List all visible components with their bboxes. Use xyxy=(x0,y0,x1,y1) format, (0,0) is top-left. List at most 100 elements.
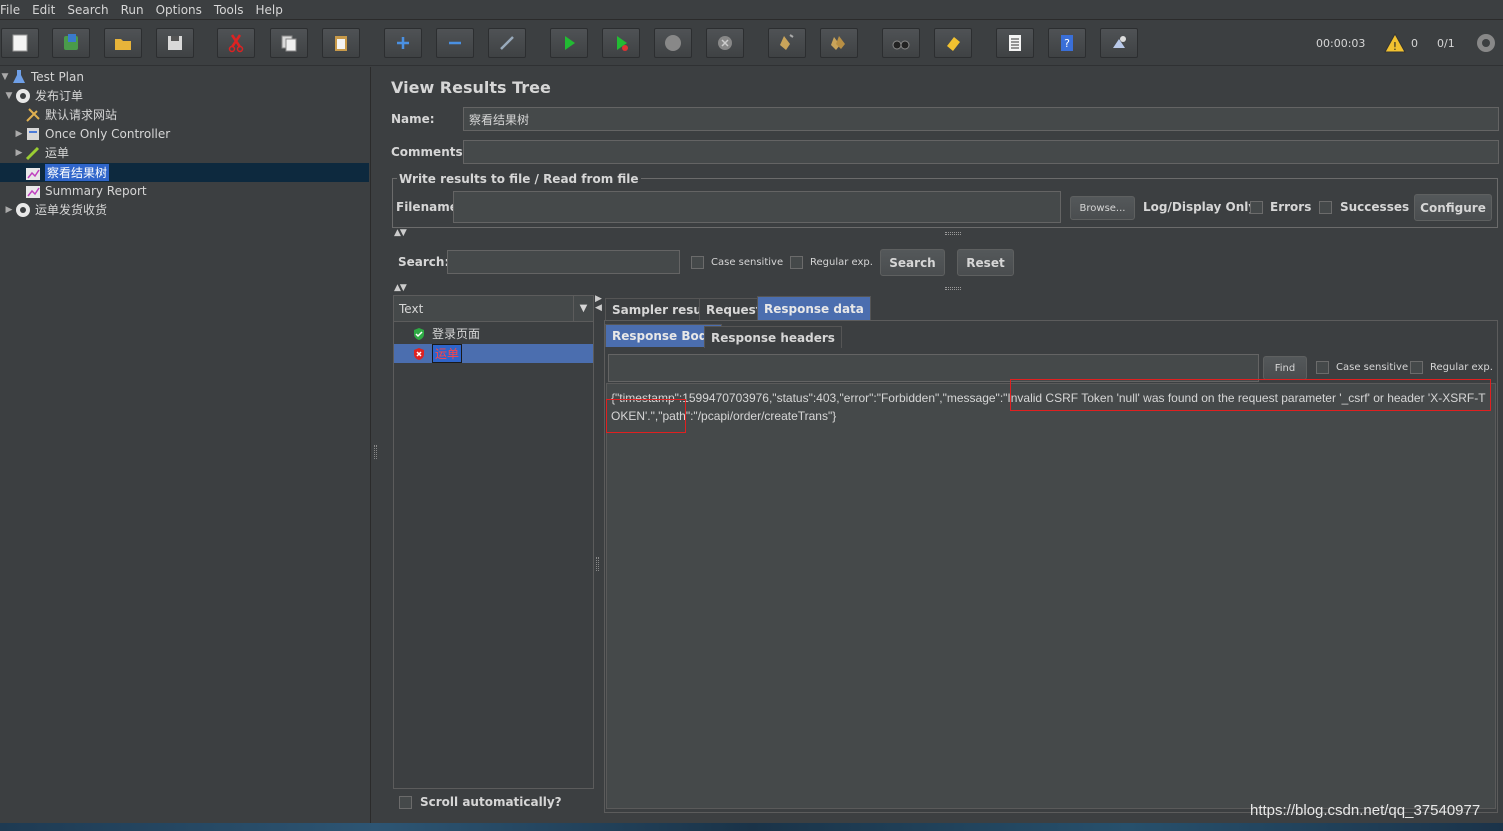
expand-arrow-icon[interactable]: ▶ xyxy=(14,129,24,139)
find-case-sensitive-label: Case sensitive xyxy=(1336,362,1409,373)
tree-item-sampler[interactable]: ▶ 运单 xyxy=(14,143,69,162)
clear-all-button[interactable] xyxy=(820,28,858,58)
expand-arrow-icon[interactable]: ▶ xyxy=(14,148,24,158)
renderer-select[interactable]: Text ▼ xyxy=(394,295,593,322)
clear-button[interactable] xyxy=(768,28,806,58)
splitter-arrows-icon[interactable]: ▶ ◀ xyxy=(595,295,602,313)
case-sensitive-checkbox[interactable] xyxy=(691,256,704,269)
pipette-icon xyxy=(24,145,42,161)
tree-item-http-defaults[interactable]: 默认请求网站 xyxy=(14,105,117,124)
scroll-auto-checkbox[interactable] xyxy=(399,796,412,809)
menu-options[interactable]: Options xyxy=(150,1,208,19)
broom-all-icon xyxy=(831,36,845,50)
tree-item-once-only-controller[interactable]: ▶ Once Only Controller xyxy=(14,124,171,143)
gear-icon xyxy=(14,202,32,218)
search-button[interactable] xyxy=(882,28,920,58)
configure-button[interactable]: Configure xyxy=(1414,194,1492,221)
subtab-response-headers[interactable]: Response headers xyxy=(704,326,842,348)
page-title: View Results Tree xyxy=(391,78,551,97)
sample-row-error[interactable]: 运单 xyxy=(394,344,593,363)
toggle-button[interactable] xyxy=(488,28,526,58)
regex-checkbox[interactable] xyxy=(790,256,803,269)
warning-count: 0 xyxy=(1411,37,1418,50)
comments-label: Comments: xyxy=(391,145,468,159)
search-submit-button[interactable]: Search xyxy=(880,249,945,276)
eraser-icon xyxy=(947,37,960,51)
menu-tools[interactable]: Tools xyxy=(208,1,250,19)
collapse-button[interactable] xyxy=(436,28,474,58)
new-button[interactable] xyxy=(1,28,39,58)
plus-icon xyxy=(397,37,409,49)
menu-edit[interactable]: Edit xyxy=(26,1,61,19)
flask-icon xyxy=(10,69,28,85)
splitter-grip xyxy=(596,557,599,571)
success-shield-icon xyxy=(414,327,424,340)
menu-help[interactable]: Help xyxy=(249,1,288,19)
name-input[interactable] xyxy=(463,107,1499,131)
expand-arrow-icon[interactable]: ▶ xyxy=(4,205,14,215)
sample-row-success[interactable]: 登录页面 xyxy=(394,324,593,343)
find-regex-label: Regular exp. xyxy=(1430,362,1493,373)
warning-icon[interactable]: ! xyxy=(1384,33,1406,53)
expand-button[interactable] xyxy=(384,28,422,58)
find-regex-checkbox[interactable] xyxy=(1410,361,1423,374)
tree-item-summary-report[interactable]: Summary Report xyxy=(24,181,147,200)
stop-button[interactable] xyxy=(654,28,692,58)
errors-checkbox[interactable] xyxy=(1250,201,1263,214)
menu-file[interactable]: File xyxy=(0,1,26,19)
help-icon: ? xyxy=(1061,35,1073,51)
sample-result-list: Text ▼ 登录页面 运单 xyxy=(393,295,594,789)
templates-button[interactable] xyxy=(52,28,90,58)
search-input[interactable] xyxy=(447,250,680,274)
cut-button[interactable] xyxy=(217,28,255,58)
tree-item-view-results-tree[interactable]: 察看结果树 xyxy=(24,163,110,182)
filename-input[interactable] xyxy=(453,191,1061,223)
start-no-pause-button[interactable] xyxy=(602,28,640,58)
help-button[interactable]: ? xyxy=(1048,28,1086,58)
find-button[interactable]: Find xyxy=(1263,356,1307,380)
browse-button[interactable]: Browse... xyxy=(1070,196,1135,220)
collapse-arrows-icon[interactable]: ▲▼ xyxy=(394,228,407,238)
tree-item-test-plan[interactable]: ▼ Test Plan xyxy=(0,67,84,86)
chevron-down-icon[interactable]: ▼ xyxy=(573,295,593,322)
play-icon xyxy=(565,36,575,50)
copy-button[interactable] xyxy=(270,28,308,58)
menu-run[interactable]: Run xyxy=(115,1,150,19)
collapse-arrow-icon[interactable]: ▼ xyxy=(4,91,14,101)
stop-icon xyxy=(665,35,681,51)
toolbar: ? 00:00:03 ! 0 0/1 xyxy=(0,20,1503,66)
tree-item-thread-group[interactable]: ▼ 发布订单 xyxy=(4,86,83,105)
reset-button[interactable]: Reset xyxy=(957,249,1014,276)
remote-button[interactable] xyxy=(1100,28,1138,58)
clipboard-icon xyxy=(335,36,347,51)
successes-checkbox[interactable] xyxy=(1319,201,1332,214)
active-threads: 0/1 xyxy=(1437,37,1455,50)
results-splitter[interactable]: ▶ ◀ xyxy=(594,295,604,789)
tree-item-thread-group-2[interactable]: ▶ 运单发货收货 xyxy=(4,200,107,219)
open-button[interactable] xyxy=(104,28,142,58)
tab-response-data[interactable]: Response data xyxy=(757,296,871,320)
collapse-arrows-icon[interactable]: ▲▼ xyxy=(394,283,407,293)
broom-icon xyxy=(780,34,794,50)
divider-grip[interactable] xyxy=(945,232,961,235)
start-button[interactable] xyxy=(550,28,588,58)
paste-button[interactable] xyxy=(322,28,360,58)
shutdown-button[interactable] xyxy=(706,28,744,58)
save-button[interactable] xyxy=(156,28,194,58)
menu-search[interactable]: Search xyxy=(61,1,114,19)
highlight-box-message xyxy=(1010,379,1491,411)
find-input[interactable] xyxy=(608,354,1259,382)
function-helper-button[interactable] xyxy=(996,28,1034,58)
divider-grip[interactable] xyxy=(945,287,961,290)
play-no-timer-icon xyxy=(617,36,628,51)
collapse-arrow-icon[interactable]: ▼ xyxy=(0,72,10,82)
wand-icon xyxy=(500,36,514,50)
reset-search-button[interactable] xyxy=(934,28,972,58)
desktop-strip xyxy=(0,823,1503,831)
test-plan-tree: ▼ Test Plan ▼ 发布订单 默认请求网站 ▶ Once Only Co… xyxy=(0,67,371,823)
comments-input[interactable] xyxy=(463,140,1499,164)
find-case-sensitive-checkbox[interactable] xyxy=(1316,361,1329,374)
file-group-title: Write results to file / Read from file xyxy=(397,172,641,186)
main-splitter[interactable] xyxy=(371,67,381,823)
response-body-area[interactable]: {"timestamp":1599470703976,"status":403,… xyxy=(606,383,1496,809)
